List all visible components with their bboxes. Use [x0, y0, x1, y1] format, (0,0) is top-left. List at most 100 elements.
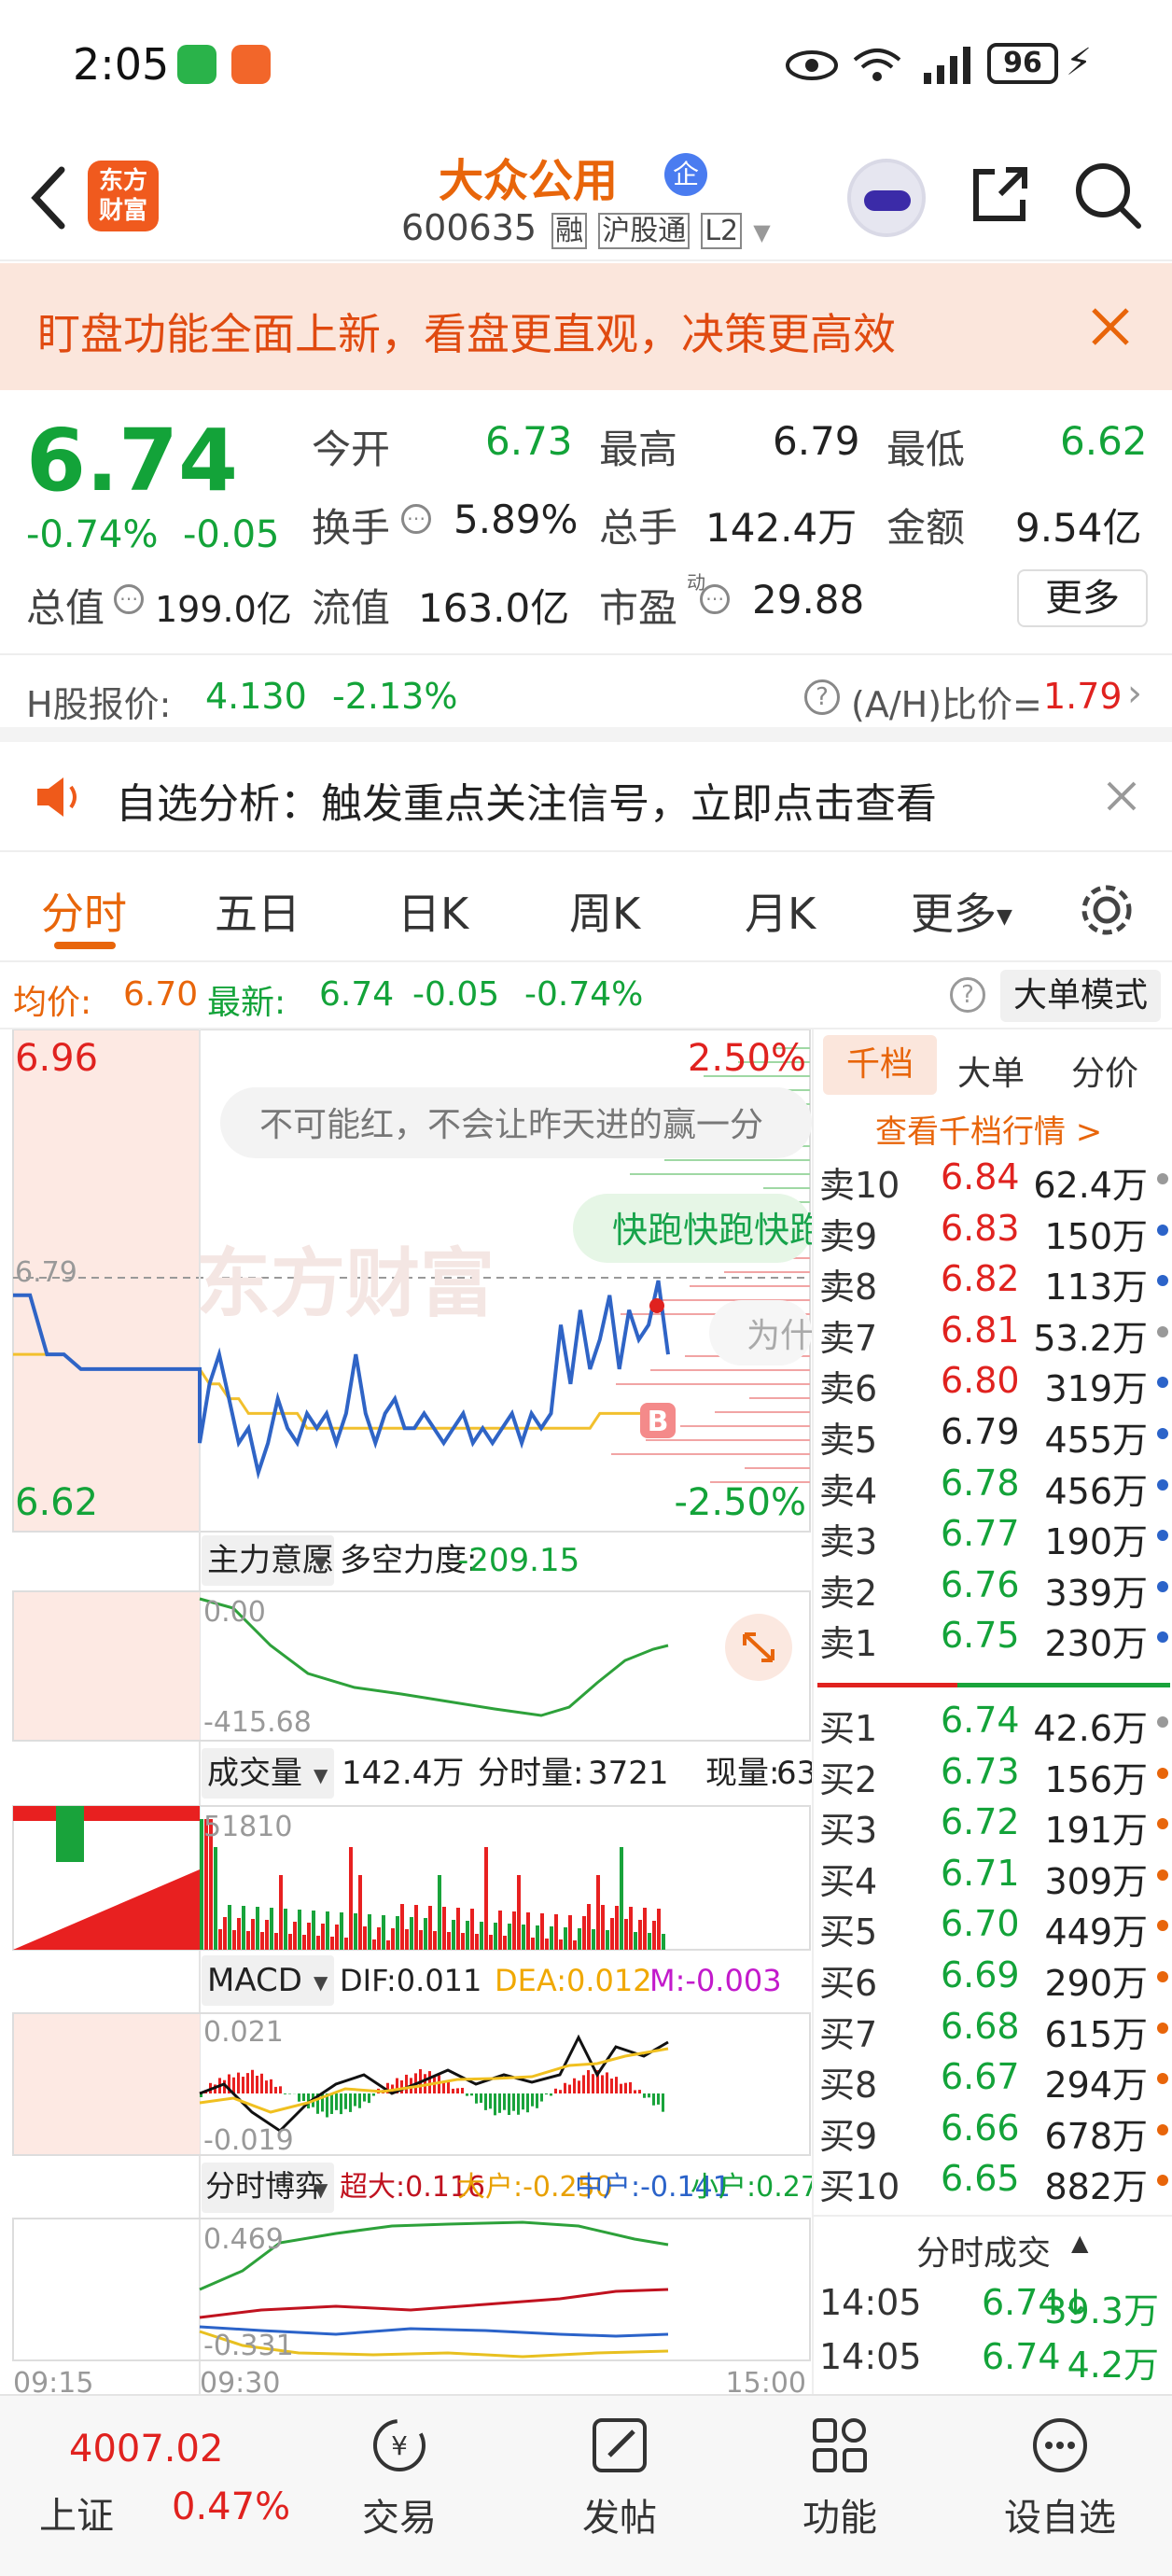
index-widget[interactable]: 4007.02 上证 0.47%	[0, 2396, 308, 2573]
macd-bar	[526, 2093, 529, 2113]
volume-bar	[480, 1922, 483, 1950]
orderbook-row[interactable]: 买2 6.73 156万	[814, 1745, 1168, 1800]
orderbook-row[interactable]: 卖2 6.76 339万	[814, 1559, 1168, 1614]
volume-bar	[400, 1904, 404, 1950]
close-icon[interactable]	[1105, 779, 1138, 813]
orderbook-row[interactable]: 买3 6.72 191万	[814, 1796, 1168, 1851]
tab-more[interactable]: 更多▼	[911, 880, 1012, 942]
help-icon[interactable]: ?	[950, 977, 985, 1013]
volume-bar	[582, 1916, 586, 1950]
high-label: 最高	[599, 427, 678, 472]
expand-icon[interactable]	[725, 1614, 792, 1681]
orderbook-row[interactable]: 卖4 6.78 456万	[814, 1457, 1168, 1512]
tab-depth[interactable]: 千档	[823, 1035, 937, 1095]
orderbook-row[interactable]: 买7 6.68 615万	[814, 2000, 1168, 2055]
volume-bar	[396, 1916, 399, 1950]
settings-gear-icon[interactable]	[1077, 880, 1137, 940]
orderbook-row[interactable]: 买6 6.69 290万	[814, 1949, 1168, 2004]
orderbook-row[interactable]: 买4 6.71 309万	[814, 1847, 1168, 1902]
volume-bar	[302, 1935, 306, 1950]
volume-bar	[326, 1911, 329, 1950]
danmu-bubble[interactable]: 为什么	[709, 1300, 812, 1365]
depth-link[interactable]: 查看千档行情 >	[875, 1106, 1102, 1152]
more-button[interactable]: 更多	[1017, 569, 1148, 627]
volume-header[interactable]: 成交量 ▼	[202, 1748, 334, 1799]
orderbook-row[interactable]: 买1 6.74 42.6万	[814, 1694, 1168, 1749]
orderbook-row[interactable]: 卖5 6.79 455万	[814, 1406, 1168, 1461]
big-order-mode-button[interactable]: 大单模式	[1000, 970, 1161, 1022]
volume-bar	[461, 1933, 465, 1950]
tick-volume: 39.3万	[1044, 2290, 1159, 2331]
stock-name[interactable]: 大众公用	[439, 144, 618, 209]
help-icon[interactable]: ?	[804, 679, 840, 715]
current-price-dot	[649, 1298, 664, 1313]
nav-post[interactable]: 发帖	[545, 2413, 694, 2541]
macd-bar	[358, 2093, 361, 2108]
macd-header[interactable]: MACD ▼	[202, 1955, 334, 2006]
macd-bar	[466, 2093, 468, 2096]
nav-trade[interactable]: ¥ 交易	[325, 2413, 474, 2541]
intraday-charts[interactable]: 东方财富 不可能红，不会让昨天进的赢一分 快跑快跑快跑 为什么 6.96 6.6…	[0, 1029, 812, 2394]
orderbook-row[interactable]: 卖8 6.82 113万	[814, 1253, 1168, 1308]
danmu-bubble[interactable]: 快跑快跑快跑	[573, 1194, 812, 1263]
orderbook-row[interactable]: 卖9 6.83 150万	[814, 1202, 1168, 1257]
watchlist-alert[interactable]: 自选分析：触发重点关注信号，立即点击查看	[0, 742, 1172, 852]
level-dot	[1157, 1869, 1168, 1881]
level-volume: 156万	[1044, 1758, 1148, 1800]
tab-price-dist[interactable]: 分价	[1071, 1046, 1138, 1095]
orderbook-row[interactable]: 买9 6.66 678万	[814, 2102, 1168, 2157]
bid-levels: 买1 6.74 42.6万 买2 6.73 156万 买3 6.72 191万 买4 6.71 309…	[814, 1694, 1172, 2217]
macd-dea: DEA:0.012	[495, 1963, 652, 1998]
orderbook-row[interactable]: 卖3 6.77 190万	[814, 1507, 1168, 1562]
tag-margin: 融	[551, 213, 588, 249]
macd-bar	[428, 2071, 431, 2093]
time-axis-label: 09:15	[13, 2367, 93, 2394]
back-icon[interactable]	[24, 162, 71, 233]
orderbook-row[interactable]: 买5 6.70 449万	[814, 1897, 1168, 1953]
dropdown-icon: ▼	[314, 1551, 328, 1574]
level-label: 买1	[819, 1708, 878, 1749]
orderbook-row[interactable]: 卖1 6.75 230万	[814, 1609, 1168, 1664]
info-icon[interactable]: ⋯	[401, 504, 431, 534]
stock-code-row[interactable]: 600635 融 沪股通 L2 ▼	[401, 207, 771, 249]
volume-bar	[568, 1915, 572, 1950]
search-icon[interactable]	[1073, 161, 1144, 231]
h-share-row[interactable]: H股报价: 4.130 -2.13% ? (A/H)比价= 1.79 ›	[0, 653, 1172, 742]
orderbook-row[interactable]: 卖7 6.81 53.2万	[814, 1304, 1168, 1359]
volume-bar	[260, 1932, 264, 1950]
tab-intraday[interactable]: 分时	[41, 880, 127, 942]
tab-weekly-k[interactable]: 周K	[569, 880, 640, 942]
orderbook-row[interactable]: 卖6 6.80 319万	[814, 1354, 1168, 1409]
level-volume: 455万	[1044, 1420, 1148, 1461]
tab-big-orders[interactable]: 大单	[957, 1046, 1025, 1095]
tick-row: 14:05 6.74 4.2万	[814, 2331, 1168, 2386]
tab-five-day[interactable]: 五日	[215, 880, 300, 942]
macd-bar	[592, 2074, 594, 2093]
danmu-bubble[interactable]: 不可能红，不会让昨天进的赢一分	[220, 1087, 812, 1158]
volume-bar	[601, 1905, 605, 1950]
ah-ratio-label: (A/H)比价=	[851, 684, 1042, 725]
macd-bar	[372, 2093, 375, 2096]
ah-ratio: 1.79	[1043, 676, 1123, 717]
tab-daily-k[interactable]: 日K	[398, 880, 468, 942]
feature-banner[interactable]: 盯盘功能全面上新，看盘更直观，决策更高效	[0, 263, 1172, 390]
ticks-header[interactable]: 分时成交 ▲	[814, 2215, 1172, 2275]
main-force-header[interactable]: 主力意愿 ▼	[202, 1535, 334, 1586]
tab-more-label: 更多	[911, 889, 997, 939]
nav-add-watchlist-label: 设自选	[1004, 2497, 1116, 2540]
info-icon[interactable]: ⋯	[114, 584, 144, 614]
tab-monthly-k[interactable]: 月K	[745, 880, 816, 942]
game-header[interactable]: 分时博弈 ▼	[202, 2163, 334, 2213]
share-icon[interactable]	[967, 162, 1032, 228]
macd-bar	[452, 2088, 454, 2093]
index-pct: 0.47%	[172, 2485, 291, 2528]
orderbook-row[interactable]: 买8 6.67 294万	[814, 2051, 1168, 2106]
nav-add-watchlist[interactable]: 设自选	[985, 2413, 1135, 2541]
orderbook-row[interactable]: 卖10 6.84 62.4万	[814, 1151, 1168, 1206]
close-icon[interactable]	[1090, 306, 1131, 347]
macd-bar	[657, 2093, 660, 2105]
info-icon[interactable]: ⋯	[700, 584, 730, 614]
orderbook-row[interactable]: 买10 6.65 882万	[814, 2152, 1168, 2207]
robot-assistant-icon[interactable]	[847, 159, 926, 237]
nav-functions[interactable]: 功能	[765, 2413, 914, 2541]
